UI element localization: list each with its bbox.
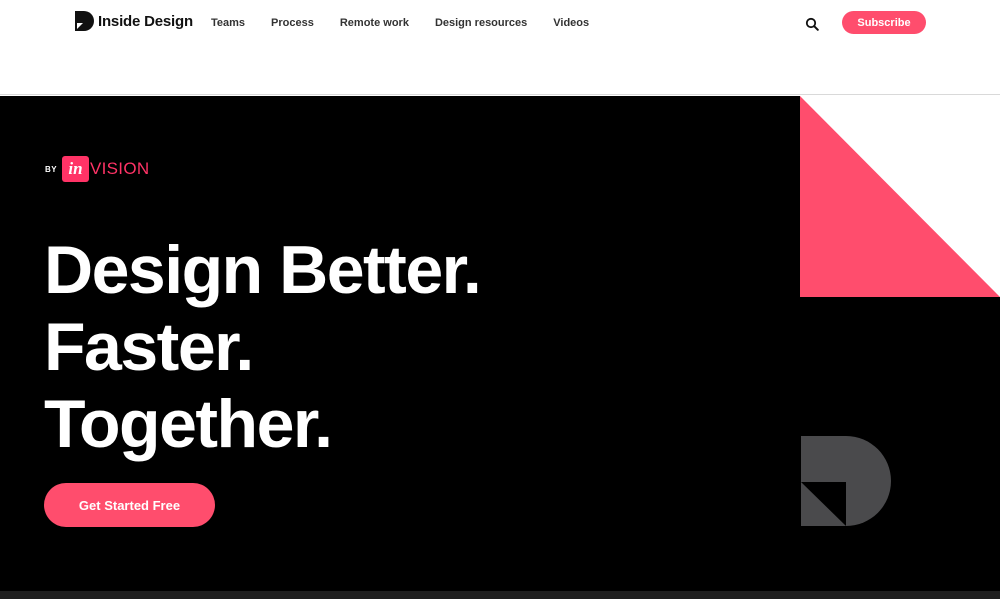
- invision-logo[interactable]: in VISION: [62, 156, 149, 182]
- invision-badge: in: [62, 156, 89, 182]
- nav-item-videos[interactable]: Videos: [553, 17, 589, 29]
- subscribe-button[interactable]: Subscribe: [842, 11, 926, 34]
- nav-item-remote-work[interactable]: Remote work: [340, 17, 409, 29]
- hero-section: BY in VISION Design Better. Faster. Toge…: [0, 96, 1000, 591]
- invision-wordmark: VISION: [90, 159, 150, 178]
- headline-line-1: Design Better.: [44, 232, 482, 308]
- decorative-pink-triangle: [800, 96, 1000, 297]
- nav-item-design-resources[interactable]: Design resources: [435, 17, 527, 29]
- search-icon[interactable]: [805, 17, 819, 31]
- logo-link[interactable]: Inside Design: [73, 10, 193, 32]
- inside-design-logo-icon: [73, 10, 95, 32]
- hero-headline: Design Better. Faster. Together.: [44, 232, 482, 463]
- by-label: BY: [45, 165, 58, 174]
- page-bottom-strip: [0, 591, 1000, 599]
- logo-text: Inside Design: [98, 12, 193, 30]
- nav-item-process[interactable]: Process: [271, 17, 314, 29]
- get-started-button[interactable]: Get Started Free: [44, 483, 215, 527]
- headline-line-2: Faster.: [44, 309, 254, 385]
- headline-line-3: Together.: [44, 386, 333, 462]
- site-header: Inside Design Teams Process Remote work …: [0, 0, 1000, 95]
- decorative-logo-mark: [801, 436, 891, 526]
- main-nav: Teams Process Remote work Design resourc…: [211, 17, 615, 29]
- nav-item-teams[interactable]: Teams: [211, 17, 245, 29]
